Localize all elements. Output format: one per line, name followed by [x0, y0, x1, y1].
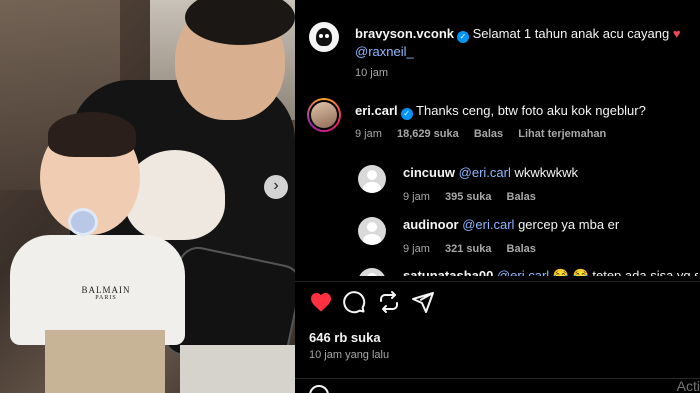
reply-meta: 9 jam 321 suka Balas — [403, 243, 548, 255]
reply-mention[interactable]: @eri.carl — [462, 217, 514, 232]
share-send-icon[interactable] — [411, 290, 435, 314]
reply-partial: satunatasha00 @eri.carl 😂 😂 tetep ada si… — [358, 265, 698, 276]
profile-photo — [309, 100, 339, 130]
reply-text: wkwkwkwk — [514, 165, 579, 180]
reply-meta: 9 jam 395 suka Balas — [403, 191, 548, 203]
reply-button[interactable]: Balas — [474, 128, 503, 140]
comment-time: 10 jam — [355, 67, 389, 79]
comment-username[interactable]: eri.carl — [355, 103, 398, 118]
panda-eye-icon — [325, 34, 329, 38]
reply-text: gercep ya mba er — [518, 217, 620, 232]
comments-panel: bravyson.vconk ✓ Selamat 1 tahun anak acu… — [295, 0, 700, 393]
post-like-count[interactable]: 646 rb suka — [309, 330, 381, 345]
shirt-logo-line2: PARIS — [95, 295, 117, 301]
comment-username[interactable]: bravyson.vconk — [355, 26, 454, 41]
baby-shorts — [45, 330, 165, 393]
baby-hair — [48, 112, 136, 157]
verified-badge-icon: ✓ — [457, 31, 469, 43]
pacifier — [68, 208, 98, 236]
reply-like-count[interactable]: 395 suka — [445, 191, 491, 203]
reply-partial-text: satunatasha00 @eri.carl 😂 😂 tetep ada si… — [403, 268, 698, 276]
divider — [295, 378, 700, 379]
reply-mention[interactable]: @eri.carl — [459, 165, 511, 180]
emoji-icon[interactable] — [309, 385, 329, 393]
reply-username[interactable]: satunatasha00 — [403, 268, 493, 276]
floor — [180, 345, 295, 393]
divider — [295, 281, 700, 282]
avatar-bravyson[interactable] — [309, 22, 339, 52]
comment-time: 9 jam — [355, 128, 382, 140]
comment-eri-carl: eri.carl ✓ Thanks ceng, btw foto aku kok … — [355, 102, 695, 120]
reply-username[interactable]: audinoor — [403, 217, 459, 232]
default-user-body — [363, 182, 381, 193]
avatar-eri-carl[interactable] — [307, 98, 341, 132]
reply-username[interactable]: cincuuw — [403, 165, 455, 180]
comment-meta: 9 jam 18,629 suka Balas Lihat terjemahan — [355, 128, 618, 140]
comment-bravyson: bravyson.vconk ✓ Selamat 1 tahun anak acu… — [355, 25, 695, 61]
shirt-print — [125, 150, 225, 240]
see-translation-link[interactable]: Lihat terjemahan — [518, 128, 606, 140]
avatar-audinoor[interactable] — [358, 217, 386, 245]
next-image-button[interactable]: › — [264, 175, 288, 199]
default-user-icon — [367, 273, 377, 276]
verified-badge-icon: ✓ — [400, 108, 413, 120]
reply-time: 9 jam — [403, 191, 430, 203]
shirt-logo-text: BALMAIN PARIS — [76, 285, 136, 301]
comment-like-count[interactable]: 18,629 suka — [397, 128, 459, 140]
reply-button[interactable]: Balas — [507, 191, 536, 203]
panda-eye-icon — [319, 34, 323, 38]
like-heart-icon[interactable] — [309, 290, 333, 314]
reply-time: 9 jam — [403, 243, 430, 255]
comment-icon[interactable] — [342, 290, 366, 314]
comment-text: Thanks ceng, btw foto aku kok ngeblur? — [416, 103, 646, 118]
reply-button[interactable]: Balas — [507, 243, 536, 255]
post-timestamp: 10 jam yang lalu — [309, 349, 390, 361]
post-photo[interactable]: BALMAIN PARIS › — [0, 0, 295, 393]
avatar-partial[interactable] — [358, 268, 386, 276]
shirt-logo-line1: BALMAIN — [81, 285, 131, 295]
os-activation-watermark: Acti — [676, 378, 700, 393]
repost-icon[interactable] — [377, 290, 401, 314]
default-user-body — [363, 234, 381, 245]
reply-cincuuw: cincuuw @eri.carl wkwkwkwk — [403, 164, 693, 182]
comment-mention[interactable]: @raxneil_ — [355, 44, 414, 59]
comment-text: Selamat 1 tahun anak acu cayang — [472, 26, 670, 41]
reply-audinoor: audinoor @eri.carl gercep ya mba er — [403, 216, 693, 234]
default-user-icon — [367, 222, 377, 232]
reply-text: 😂 😂 tetep ada sisa yg salah — [552, 268, 698, 276]
comment-meta: 10 jam — [355, 67, 400, 79]
reply-like-count[interactable]: 321 suka — [445, 243, 491, 255]
red-heart-emoji-icon: ♥ — [672, 26, 681, 41]
reply-mention[interactable]: @eri.carl — [497, 268, 549, 276]
avatar-cincuuw[interactable] — [358, 165, 386, 193]
default-user-icon — [367, 170, 377, 180]
